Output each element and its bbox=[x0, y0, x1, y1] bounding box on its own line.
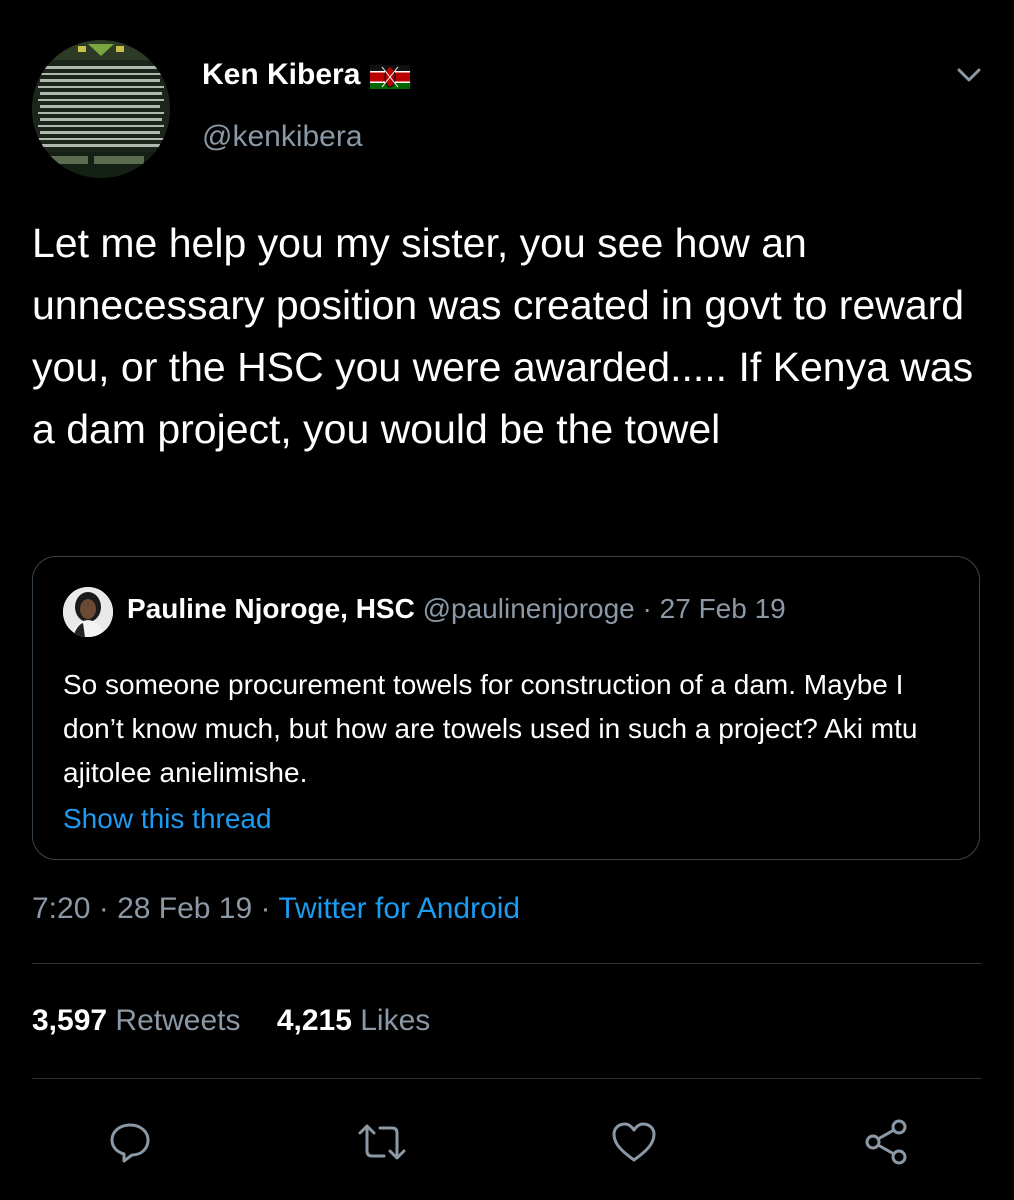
author-display-name[interactable]: Ken Kibera bbox=[202, 58, 411, 92]
author-handle[interactable]: @kenkibera bbox=[202, 120, 363, 154]
quoted-author-avatar bbox=[63, 587, 113, 637]
author-avatar[interactable] bbox=[32, 40, 170, 178]
likes-count: 4,215 bbox=[276, 1004, 352, 1037]
quoted-tweet-text: So someone procurement towels for constr… bbox=[63, 669, 918, 788]
tweet-text: Let me help you my sister, you see how a… bbox=[32, 220, 974, 452]
retweets-label: Retweets bbox=[115, 1004, 241, 1037]
reply-icon[interactable] bbox=[104, 1116, 156, 1168]
quoted-author-name[interactable]: Pauline Njoroge, HSC bbox=[127, 593, 415, 624]
quoted-separator: · bbox=[642, 593, 652, 624]
tweet-meta: 7:20 · 28 Feb 19 · Twitter for Android bbox=[32, 892, 520, 926]
quoted-tweet-header: Pauline Njoroge, HSC @paulinenjoroge · 2… bbox=[127, 593, 786, 625]
chevron-down-icon[interactable] bbox=[952, 58, 986, 92]
tweet-date: 28 Feb 19 bbox=[117, 892, 253, 925]
retweets-stat[interactable]: 3,597 Retweets bbox=[32, 1004, 249, 1037]
heart-icon[interactable] bbox=[608, 1116, 660, 1168]
divider bbox=[32, 963, 982, 964]
share-icon[interactable] bbox=[860, 1116, 912, 1168]
author-name-text: Ken Kibera bbox=[202, 58, 361, 91]
tweet-stats: 3,597 Retweets 4,215 Likes bbox=[32, 1004, 458, 1038]
likes-stat[interactable]: 4,215 Likes bbox=[277, 1004, 430, 1037]
tweet-time: 7:20 bbox=[32, 892, 91, 925]
retweet-icon[interactable] bbox=[356, 1116, 408, 1168]
tweet-source-link[interactable]: Twitter for Android bbox=[278, 892, 520, 925]
quoted-tweet-card[interactable]: Pauline Njoroge, HSC @paulinenjoroge · 2… bbox=[32, 556, 980, 860]
quoted-date: 27 Feb 19 bbox=[659, 593, 786, 624]
meta-separator: · bbox=[98, 892, 109, 925]
kenya-flag-icon bbox=[370, 63, 411, 89]
divider bbox=[32, 1078, 982, 1079]
meta-separator: · bbox=[260, 892, 271, 925]
show-thread-link[interactable]: Show this thread bbox=[63, 803, 272, 835]
retweets-count: 3,597 bbox=[32, 1004, 108, 1037]
likes-label: Likes bbox=[360, 1004, 431, 1037]
quoted-author-handle: @paulinenjoroge bbox=[422, 593, 635, 624]
